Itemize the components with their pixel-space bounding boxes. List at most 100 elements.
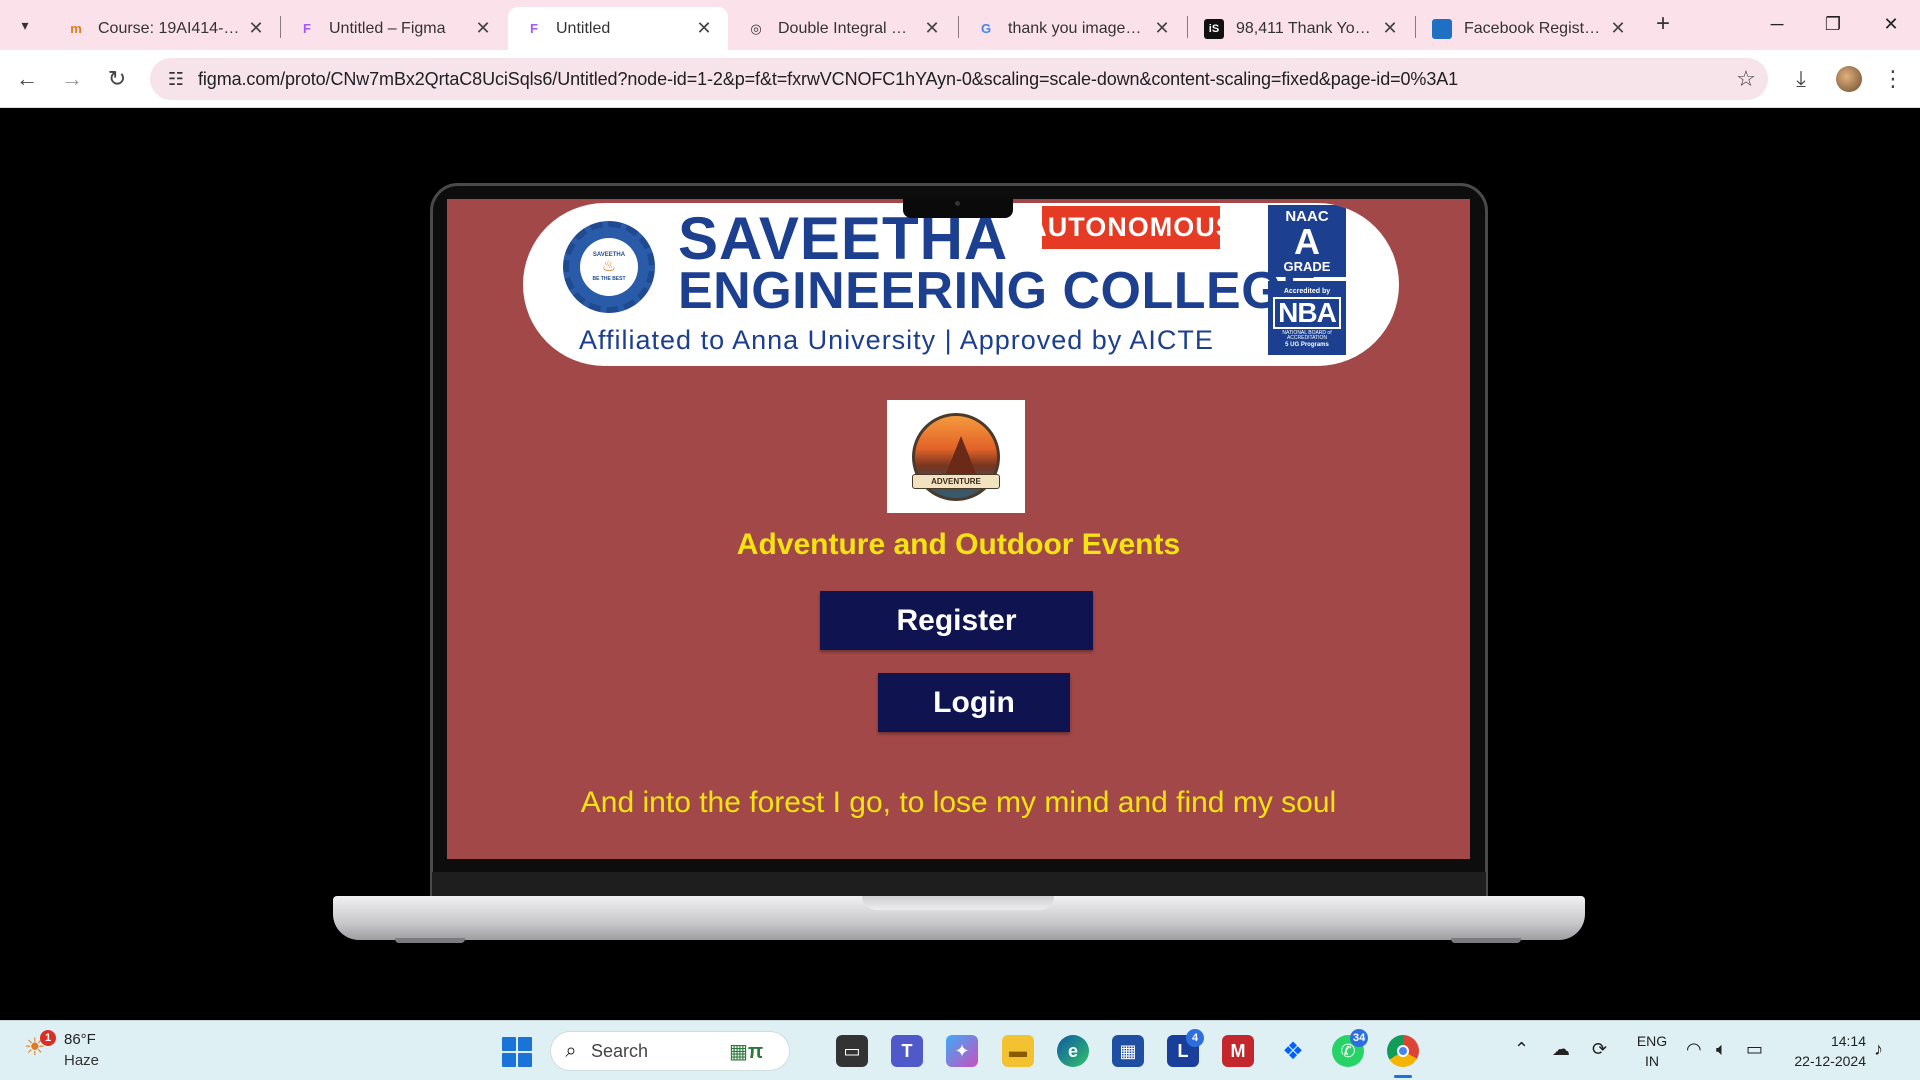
chatgpt-icon: ◎ (750, 20, 762, 36)
back-button[interactable]: ← (10, 62, 44, 96)
close-icon[interactable]: ✕ (473, 18, 493, 39)
tab-facebook-registration[interactable]: Facebook Registratio ✕ (1416, 7, 1642, 50)
college-seal-logo: SAVEETHA ♨ BE THE BEST (563, 221, 655, 313)
browser-tab-strip: ▾ m Course: 19AI414-Fun ✕ F Untitled – F… (0, 0, 1920, 50)
nba-subtitle: NATIONAL BOARD of ACCREDITATION (1282, 330, 1332, 341)
istock-icon: iS (1204, 18, 1224, 39)
onedrive-icon[interactable]: ☁ (1552, 1039, 1570, 1060)
naac-grade-label: GRADE (1283, 259, 1331, 274)
close-icon[interactable]: ✕ (246, 18, 266, 39)
search-icon: ⌕ (565, 1039, 577, 1062)
close-icon[interactable]: ✕ (922, 18, 942, 39)
tab-course[interactable]: m Course: 19AI414-Fun ✕ (50, 7, 280, 50)
tab-double-integral[interactable]: ◎ Double Integral Card ✕ (730, 7, 956, 50)
college-banner: SAVEETHA ♨ BE THE BEST SAVEETHA ENGINEER… (523, 203, 1399, 366)
naac-grade: A (1294, 221, 1320, 262)
url-text[interactable]: figma.com/proto/CNw7mBx2QrtaC8UciSqls6/U… (198, 69, 1724, 90)
wifi-icon[interactable]: ◠ (1686, 1039, 1702, 1060)
restore-button[interactable]: ❐ (1810, 6, 1856, 42)
close-icon[interactable]: ✕ (694, 18, 714, 39)
weather-alert-badge: 1 (40, 1030, 56, 1046)
seal-motto: BE THE BEST (592, 276, 626, 282)
reload-button[interactable]: ↻ (100, 62, 134, 96)
chrome-icon[interactable] (1387, 1035, 1419, 1067)
tab-search-button[interactable]: ▾ (8, 8, 42, 42)
close-icon[interactable]: ✕ (1152, 18, 1172, 39)
adventure-logo (887, 400, 1025, 513)
download-icon[interactable]: ⤓ (1784, 62, 1818, 96)
bookmark-star-icon[interactable]: ☆ (1724, 66, 1768, 92)
profile-avatar[interactable] (1836, 66, 1862, 92)
search-placeholder: Search (591, 1040, 649, 1061)
tab-title: Facebook Registratio (1464, 19, 1602, 37)
volume-icon[interactable]: 🔈︎ (1716, 1039, 1727, 1060)
tab-figma-editor[interactable]: F Untitled – Figma ✕ (281, 7, 507, 50)
dropbox-icon[interactable]: ❖ (1277, 1035, 1309, 1067)
microsoft-store-icon[interactable]: ▦ (1112, 1035, 1144, 1067)
new-tab-button[interactable]: + (1648, 9, 1678, 39)
file-explorer-icon[interactable]: ▬ (1002, 1035, 1034, 1067)
figma-icon: F (530, 21, 538, 36)
google-icon: G (980, 21, 992, 36)
tab-divider (958, 16, 959, 38)
mcafee-shield-icon[interactable]: M (1222, 1035, 1254, 1067)
windows-logo-tile (502, 1037, 516, 1051)
laptop-foot-right (1451, 938, 1521, 943)
windows-logo-tile (518, 1037, 532, 1051)
sync-icon[interactable]: ⟳ (1592, 1039, 1607, 1060)
laptop-opening-notch (862, 896, 1054, 910)
flame-icon: ♨ (601, 258, 617, 275)
browser-toolbar: ← → ↻ ☷ figma.com/proto/CNw7mBx2QrtaC8Uc… (0, 50, 1920, 108)
login-button[interactable]: Login (878, 673, 1070, 732)
clock-time: 14:14 (1830, 1033, 1866, 1049)
college-affiliation: Affiliated to Anna University | Approved… (579, 325, 1214, 355)
teams-icon[interactable]: T (891, 1035, 923, 1067)
close-window-button[interactable]: ✕ (1868, 6, 1914, 42)
close-icon[interactable]: ✕ (1608, 18, 1628, 39)
site-settings-icon[interactable]: ☷ (154, 69, 198, 90)
weather-temperature[interactable]: 86°F (64, 1031, 96, 1048)
weather-description[interactable]: Haze (64, 1052, 99, 1069)
college-name-line2: ENGINEERING COLLEGE (678, 262, 1318, 320)
tab-title: Untitled (556, 19, 611, 37)
moodle-icon: m (70, 21, 82, 36)
whatsapp-unread-badge: 34 (1350, 1029, 1369, 1047)
nba-mark: NBA (1273, 297, 1341, 329)
edge-icon[interactable]: e (1057, 1035, 1089, 1067)
laptop-foot-left (395, 938, 465, 943)
windows-taskbar: ☀ 1 86°F Haze ⌕ Search ▦π ▭ T ✦ ▬ e ▦ L … (0, 1020, 1920, 1080)
browser-menu-icon[interactable]: ⋮ (1876, 62, 1910, 96)
copilot-icon[interactable]: ✦ (946, 1035, 978, 1067)
notification-bell-icon[interactable]: ♪ (1874, 1039, 1883, 1060)
chevron-up-icon[interactable]: ⌃ (1514, 1039, 1529, 1060)
tab-title: thank you images - G (1008, 19, 1146, 37)
naac-badge: NAAC A GRADE (1268, 205, 1346, 277)
nba-programs: 5 UG Programs (1285, 342, 1329, 348)
taskbar-search[interactable]: ⌕ Search ▦π (550, 1031, 790, 1071)
battery-icon[interactable]: ▭ (1746, 1039, 1763, 1060)
laptop-chin (432, 872, 1486, 896)
forward-button[interactable]: → (55, 62, 89, 96)
nba-accredited-label: Accredited by (1283, 288, 1331, 295)
system-clock[interactable]: 14:14 22-12-2024 (1786, 1031, 1866, 1071)
logo-ribbon-text: ADVENTURE (912, 474, 1000, 489)
close-icon[interactable]: ✕ (1380, 18, 1400, 39)
tab-title: Untitled – Figma (329, 19, 446, 37)
language-indicator[interactable]: ENG IN (1634, 1031, 1670, 1071)
task-view-icon[interactable]: ▭ (836, 1035, 868, 1067)
active-app-indicator (1394, 1075, 1412, 1078)
blue-square-icon (1432, 18, 1452, 39)
windows-logo-tile (502, 1053, 516, 1067)
notification-count-badge: 4 (1186, 1029, 1204, 1047)
figma-icon: F (303, 21, 311, 36)
address-bar[interactable]: ☷ figma.com/proto/CNw7mBx2QrtaC8UciSqls6… (150, 58, 1768, 100)
tab-google-images[interactable]: G thank you images - G ✕ (960, 7, 1186, 50)
autonomous-badge: AUTONOMOUS (1027, 206, 1234, 249)
calculator-pi-icon: ▦π (729, 1040, 764, 1063)
start-button[interactable] (502, 1037, 532, 1067)
register-button[interactable]: Register (820, 591, 1093, 650)
tab-istock[interactable]: iS 98,411 Thank You St ✕ (1188, 7, 1414, 50)
tagline-quote: And into the forest I go, to lose my min… (580, 786, 1337, 819)
minimize-button[interactable]: ─ (1754, 6, 1800, 42)
tab-figma-prototype-active[interactable]: F Untitled ✕ (508, 7, 728, 50)
